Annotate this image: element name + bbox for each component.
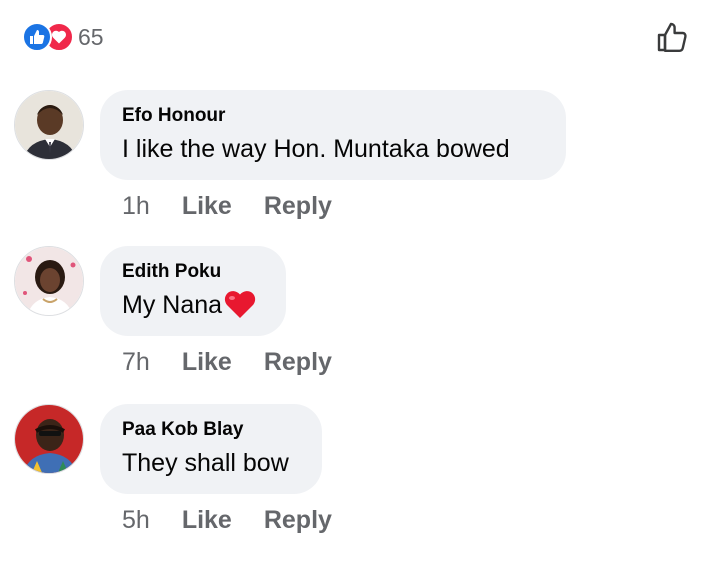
comment-like-button[interactable]: Like bbox=[182, 192, 232, 221]
like-reaction-icon bbox=[22, 22, 52, 52]
comment-bubble[interactable]: Edith Poku My Nana bbox=[100, 246, 286, 336]
comment-like-button[interactable]: Like bbox=[182, 506, 232, 535]
comment-reply-button[interactable]: Reply bbox=[264, 506, 332, 535]
comment-text: I like the way Hon. Muntaka bowed bbox=[122, 132, 544, 166]
avatar[interactable] bbox=[14, 404, 84, 474]
reaction-count: 65 bbox=[78, 23, 104, 50]
comment-actions: 1h Like Reply bbox=[122, 192, 364, 221]
comment-item: Efo Honour I like the way Hon. Muntaka b… bbox=[14, 90, 706, 230]
comment-text: They shall bow bbox=[122, 446, 300, 480]
comment-text-content: My Nana bbox=[122, 291, 223, 319]
comment-timestamp[interactable]: 5h bbox=[122, 506, 150, 535]
comment-actions: 7h Like Reply bbox=[122, 348, 364, 377]
profile-photo-icon bbox=[15, 247, 83, 315]
comment-reply-button[interactable]: Reply bbox=[264, 192, 332, 221]
comment-author[interactable]: Edith Poku bbox=[122, 260, 264, 284]
comment-text-content: They shall bow bbox=[122, 449, 289, 477]
profile-photo-icon bbox=[15, 405, 83, 473]
avatar[interactable] bbox=[14, 90, 84, 160]
comment-reply-button[interactable]: Reply bbox=[264, 348, 332, 377]
comment-item: Paa Kob Blay They shall bow 5h Like Repl… bbox=[14, 404, 706, 544]
comment-actions: 5h Like Reply bbox=[122, 506, 364, 535]
comment-like-button[interactable]: Like bbox=[182, 348, 232, 377]
comment-author[interactable]: Efo Honour bbox=[122, 104, 544, 128]
thumbs-up-outline-icon bbox=[657, 22, 687, 52]
profile-photo-icon bbox=[15, 91, 83, 159]
red-heart-icon bbox=[224, 291, 256, 318]
comment-timestamp[interactable]: 7h bbox=[122, 348, 150, 377]
reactions-summary[interactable]: 65 bbox=[22, 20, 104, 54]
comment-text-content: I like the way Hon. Muntaka bowed bbox=[122, 135, 510, 163]
avatar[interactable] bbox=[14, 246, 84, 316]
comment-timestamp[interactable]: 1h bbox=[122, 192, 150, 221]
comment-text: My Nana bbox=[122, 288, 264, 322]
comment-bubble[interactable]: Efo Honour I like the way Hon. Muntaka b… bbox=[100, 90, 566, 180]
comment-bubble[interactable]: Paa Kob Blay They shall bow bbox=[100, 404, 322, 494]
comment-author[interactable]: Paa Kob Blay bbox=[122, 418, 300, 442]
like-post-button[interactable] bbox=[656, 20, 690, 54]
comment-item: Edith Poku My Nana 7h Like Reply bbox=[14, 246, 706, 386]
